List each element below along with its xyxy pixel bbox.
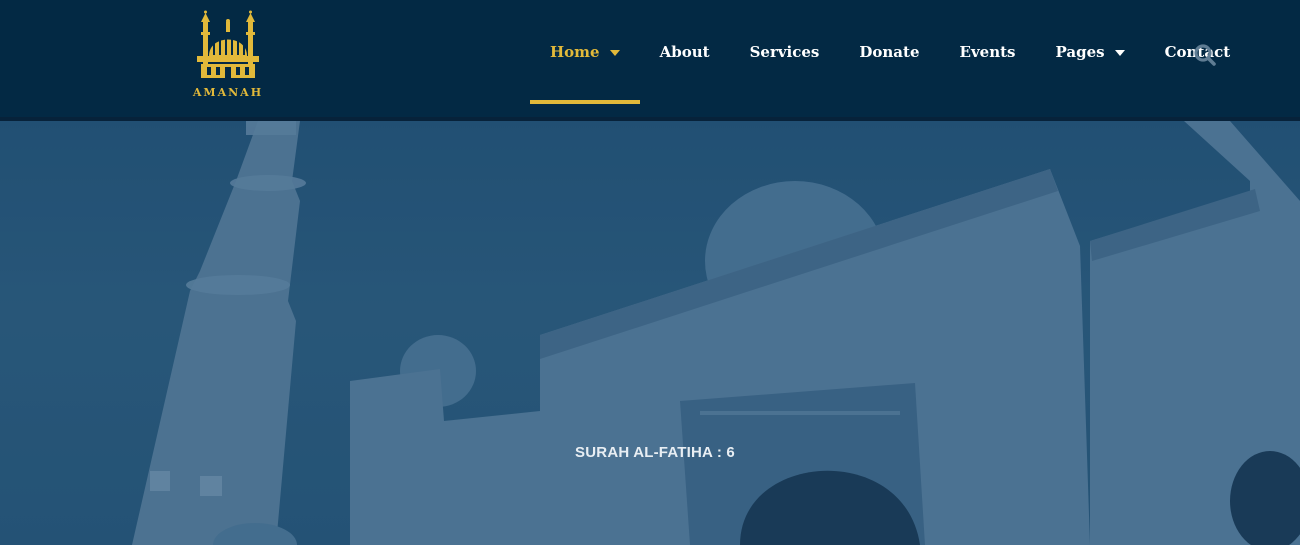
site-header: AMANAH Home About Services Donate Events… xyxy=(0,0,1300,121)
search-button[interactable] xyxy=(1192,42,1218,68)
nav-item-home[interactable]: Home xyxy=(530,0,640,104)
nav-item-label: About xyxy=(659,43,710,61)
active-indicator xyxy=(530,100,640,104)
nav-item-about[interactable]: About xyxy=(640,0,730,104)
main-nav: Home About Services Donate Events Pages … xyxy=(530,0,1250,104)
header-divider xyxy=(0,117,1300,121)
mosque-logo-icon xyxy=(197,10,259,78)
nav-item-events[interactable]: Events xyxy=(940,0,1036,104)
nav-item-label: Donate xyxy=(859,43,920,61)
site-logo[interactable]: AMANAH xyxy=(189,10,267,102)
nav-item-label: Services xyxy=(749,43,820,61)
hero-overlay xyxy=(0,121,1300,545)
nav-item-label: Home xyxy=(550,43,600,61)
nav-item-services[interactable]: Services xyxy=(730,0,840,104)
nav-item-pages[interactable]: Pages xyxy=(1036,0,1145,104)
search-icon xyxy=(1194,44,1216,66)
nav-item-label: Events xyxy=(959,43,1016,61)
nav-item-donate[interactable]: Donate xyxy=(839,0,939,104)
hero-caption: SURAH AL-FATIHA : 6 xyxy=(575,444,735,461)
hero-section: SURAH AL-FATIHA : 6 xyxy=(0,121,1300,545)
caret-down-icon xyxy=(609,50,620,56)
nav-item-label: Pages xyxy=(1055,43,1105,61)
logo-text: AMANAH xyxy=(192,86,264,99)
caret-down-icon xyxy=(1114,50,1125,56)
